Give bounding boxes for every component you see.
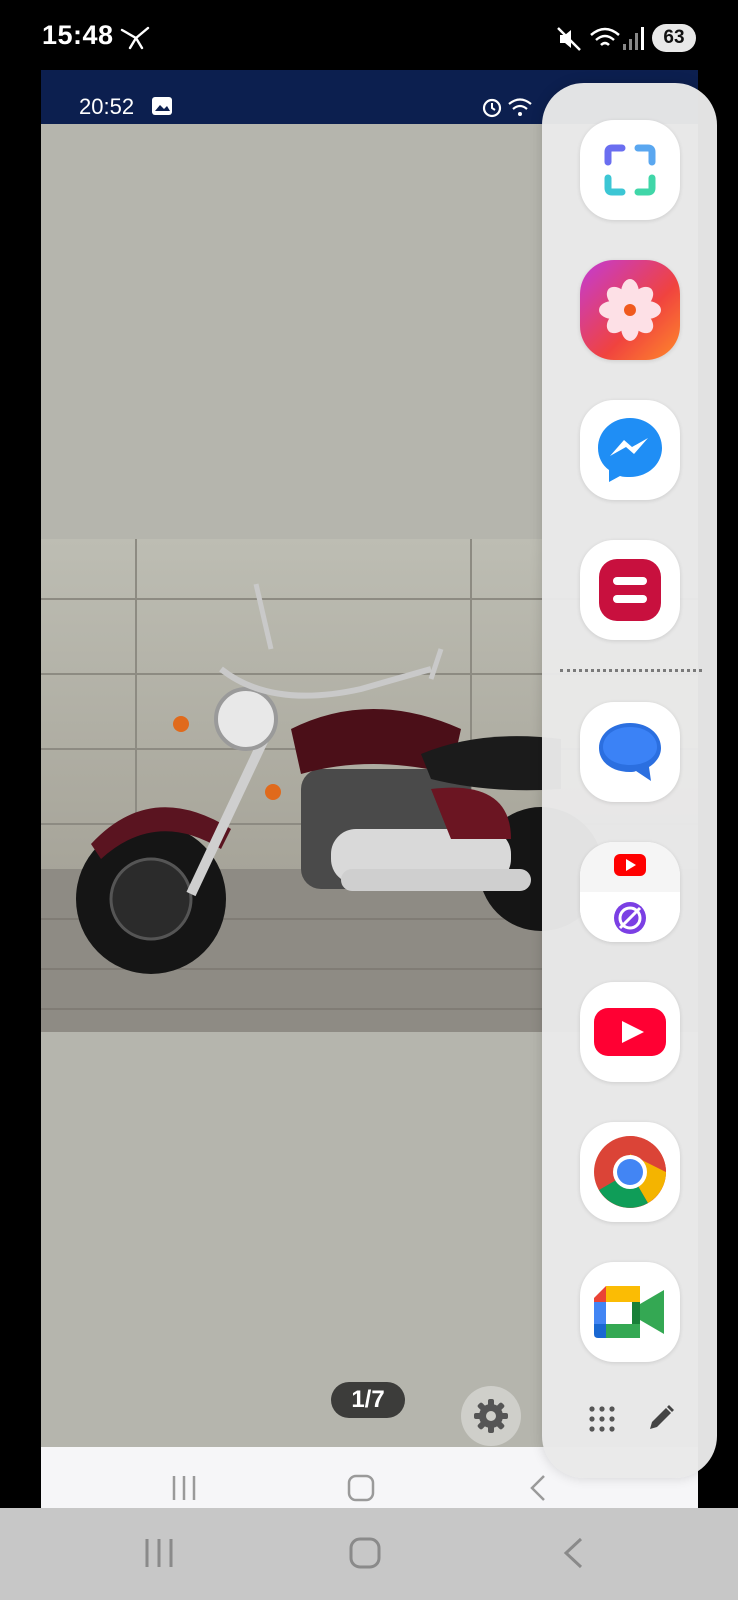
panel-divider [560, 669, 702, 672]
alarm-icon [482, 98, 502, 118]
image-icon [152, 97, 172, 115]
messages-app[interactable] [580, 702, 680, 802]
back-icon[interactable] [560, 1536, 586, 1570]
inner-back-icon[interactable] [526, 1473, 550, 1503]
wifi-icon [590, 27, 620, 46]
status-time: 15:48 [42, 20, 114, 50]
meet-app[interactable] [580, 1262, 680, 1362]
page-indicator: 1/7 [331, 1382, 405, 1418]
flower-icon [599, 279, 661, 341]
airplane-like-icon [120, 26, 150, 50]
inner-recents-icon[interactable] [169, 1473, 199, 1503]
messenger-bolt-icon [598, 418, 662, 482]
messenger-app[interactable] [580, 400, 680, 500]
chrome-icon [594, 1136, 666, 1208]
chat-bubble-icon [599, 723, 661, 781]
grid-dots-icon[interactable] [588, 1405, 616, 1433]
inner-home-icon[interactable] [346, 1473, 376, 1503]
screenshot-app[interactable] [580, 120, 680, 220]
edit-pencil-icon[interactable] [646, 1403, 676, 1433]
gear-icon [474, 1399, 508, 1433]
settings-button[interactable] [461, 1386, 521, 1446]
chrome-app[interactable] [580, 1122, 680, 1222]
status-bar: 15:48 63 [0, 0, 738, 72]
gallery-app[interactable] [580, 260, 680, 360]
home-icon[interactable] [348, 1536, 382, 1570]
signal-icon [623, 27, 644, 50]
youtube-play-icon [594, 1008, 666, 1056]
edge-panel [542, 83, 717, 1478]
youtube-app[interactable] [580, 982, 680, 1082]
inner-status-time: 20:52 [79, 94, 135, 119]
app-pair[interactable] [580, 842, 680, 942]
scan-frame-icon [604, 144, 656, 196]
equal-bars-icon [599, 559, 661, 621]
red-app[interactable] [580, 540, 680, 640]
recents-icon[interactable] [142, 1536, 176, 1570]
mute-icon [557, 27, 581, 51]
youtube-internet-pair-icon [580, 842, 680, 942]
inner-wifi-icon [508, 98, 532, 116]
meet-camera-icon [594, 1286, 664, 1338]
nav-bar [0, 1508, 738, 1600]
battery-indicator: 63 [652, 24, 696, 52]
